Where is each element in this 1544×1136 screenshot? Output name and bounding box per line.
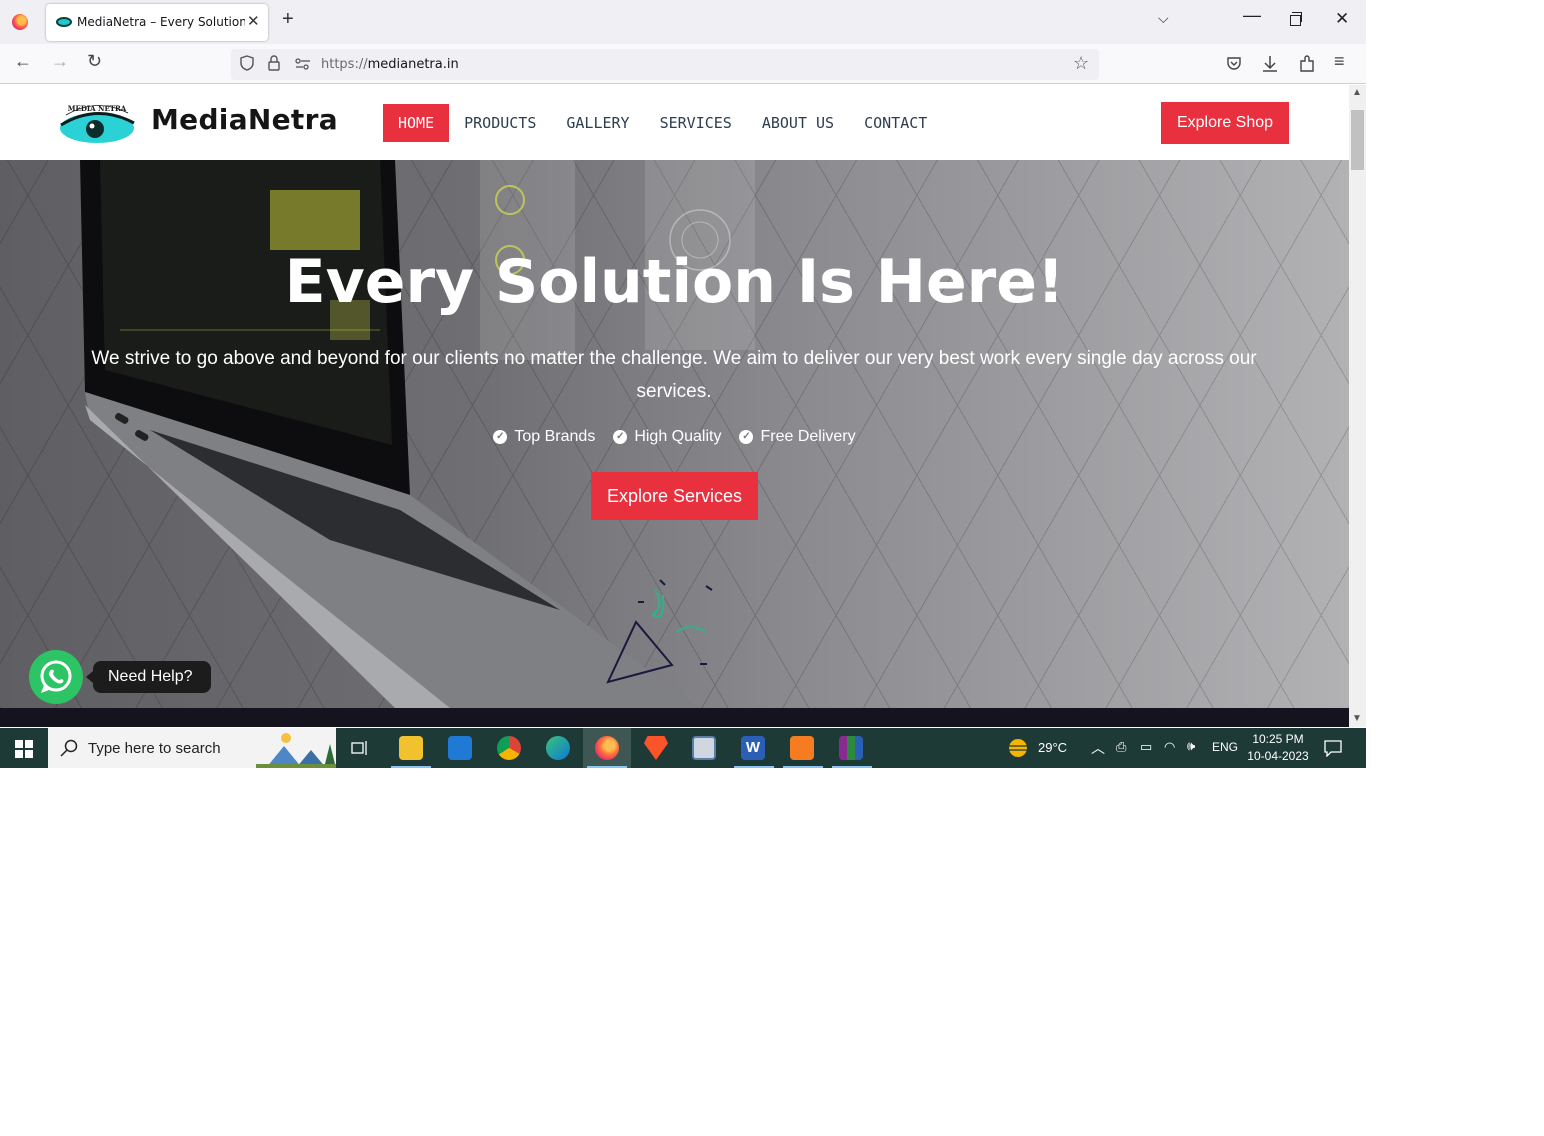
feature-top-brands: ✓ Top Brands [493,428,595,446]
next-section-edge [0,708,1349,727]
app-running-indicator [587,766,627,768]
minimize-icon[interactable]: — [1243,5,1261,26]
volume-icon[interactable]: 🕪 [1187,738,1195,768]
brave-icon[interactable] [644,736,668,760]
list-all-tabs-icon[interactable]: ⌵ [1158,10,1169,27]
clock-time: 10:25 PM [1252,732,1304,746]
close-tab-icon[interactable]: ✕ [247,12,260,30]
scroll-down-icon[interactable]: ▼ [1352,713,1362,724]
reload-icon[interactable]: ↻ [87,51,102,72]
shield-icon[interactable] [240,55,254,71]
app-running-indicator [783,766,823,768]
bookmark-star-icon[interactable]: ☆ [1073,53,1089,74]
feature-label: Top Brands [514,428,596,445]
forward-icon[interactable]: → [51,51,69,72]
whatsapp-icon [40,660,72,693]
nav-home[interactable]: HOME [383,104,450,142]
battery-icon[interactable]: ▭ [1140,739,1152,768]
firefox-taskbar-icon[interactable] [595,736,619,760]
winrar-icon[interactable] [839,736,863,760]
tab-title: MediaNetra – Every Solution Is Here! [77,15,245,29]
word-icon[interactable]: W [741,736,765,760]
web-page: MEDIA NETRA MediaNetra HOME PRODUCTS GAL… [0,85,1349,727]
file-explorer-icon[interactable] [399,736,423,760]
feature-label: High Quality [634,428,722,445]
nav-services[interactable]: SERVICES [645,104,747,142]
search-highlight-illustration [256,733,336,768]
remote-desktop-icon[interactable] [692,736,716,760]
app-running-indicator [832,766,872,768]
downloads-icon[interactable] [1262,55,1278,73]
browser-tab[interactable]: MediaNetra – Every Solution Is Here! ✕ [46,4,268,41]
check-circle-icon: ✓ [493,430,508,444]
browser-toolbar: ← → ↻ https://medianetra.in ☆ ≡ [0,44,1366,84]
network-icon[interactable]: ◠ [1164,739,1175,768]
extensions-icon[interactable] [1299,55,1315,73]
hero-title: Every Solution Is Here! [284,247,1065,317]
svg-text:MEDIA NETRA: MEDIA NETRA [68,104,127,113]
app-running-indicator [391,766,431,768]
need-help-bubble[interactable]: Need Help? [86,661,211,693]
nav-products[interactable]: PRODUCTS [449,104,551,142]
explore-services-button[interactable]: Explore Services [591,472,758,520]
feature-high-quality: ✓ High Quality [613,428,721,446]
medianetra-logo-icon[interactable]: MEDIA NETRA [58,101,136,145]
search-icon [60,739,78,757]
whatsapp-button[interactable] [29,650,83,704]
app-menu-icon[interactable]: ≡ [1334,51,1345,72]
taskbar-search[interactable]: Type here to search [48,728,336,768]
restore-icon[interactable] [1290,12,1302,26]
window-close-icon[interactable]: ✕ [1335,9,1349,29]
nav-contact[interactable]: CONTACT [849,104,942,142]
clock-date: 10-04-2023 [1247,749,1309,763]
search-placeholder: Type here to search [88,740,221,757]
windows-taskbar: Type here to search W 29°C ︿ ⎙ ▭ ◠ 🕪 ENG… [0,728,1366,768]
site-favicon-icon [56,17,72,27]
permissions-icon[interactable] [295,58,311,70]
meet-now-icon[interactable]: ⎙ [1116,739,1126,768]
url-text[interactable]: https://medianetra.in [321,57,459,72]
feature-label: Free Delivery [760,428,856,445]
nav-gallery[interactable]: GALLERY [551,104,644,142]
xampp-icon[interactable] [790,736,814,760]
site-header: MEDIA NETRA MediaNetra HOME PRODUCTS GAL… [0,85,1349,160]
mail-icon[interactable] [448,736,472,760]
notifications-icon[interactable] [1324,739,1342,757]
explore-shop-button[interactable]: Explore Shop [1161,102,1289,144]
main-menu: HOME PRODUCTS GALLERY SERVICES ABOUT US … [383,104,942,142]
browser-tab-strip: MediaNetra – Every Solution Is Here! ✕ +… [0,0,1366,44]
chrome-icon[interactable] [497,736,521,760]
weather-sun-icon [1009,739,1027,757]
task-view-icon[interactable] [351,740,369,756]
page-scrollbar[interactable]: ▲ ▼ [1349,85,1366,727]
show-hidden-icons-icon[interactable]: ︿ [1091,738,1105,768]
pocket-icon[interactable] [1226,56,1242,72]
new-tab-icon[interactable]: + [282,8,294,31]
lock-icon[interactable] [268,55,280,71]
hero-subtitle: We strive to go above and beyond for our… [91,348,1257,402]
feature-free-delivery: ✓ Free Delivery [739,428,856,446]
address-bar[interactable]: https://medianetra.in ☆ [231,49,1099,80]
windows-start-icon[interactable] [15,740,33,758]
scrollbar-thumb[interactable] [1351,110,1364,170]
check-circle-icon: ✓ [613,430,628,444]
hero-section: Every Solution Is Here! We strive to go … [0,160,1349,708]
back-icon[interactable]: ← [14,51,32,72]
check-circle-icon: ✓ [739,430,754,444]
firefox-icon[interactable] [12,14,28,30]
nav-about-us[interactable]: ABOUT US [747,104,849,142]
language-indicator[interactable]: ENG [1212,740,1238,768]
temperature: 29°C [1038,740,1068,755]
scroll-up-icon[interactable]: ▲ [1352,87,1362,98]
edge-icon[interactable] [546,736,570,760]
logo-text[interactable]: MediaNetra [151,103,338,136]
system-clock[interactable]: 10:25 PM 10-04-2023 [1243,731,1313,765]
app-running-indicator [734,766,774,768]
desktop-screen: MediaNetra – Every Solution Is Here! ✕ +… [0,0,1366,768]
feature-list: ✓ Top Brands ✓ High Quality ✓ Free Delivery [0,428,1349,446]
